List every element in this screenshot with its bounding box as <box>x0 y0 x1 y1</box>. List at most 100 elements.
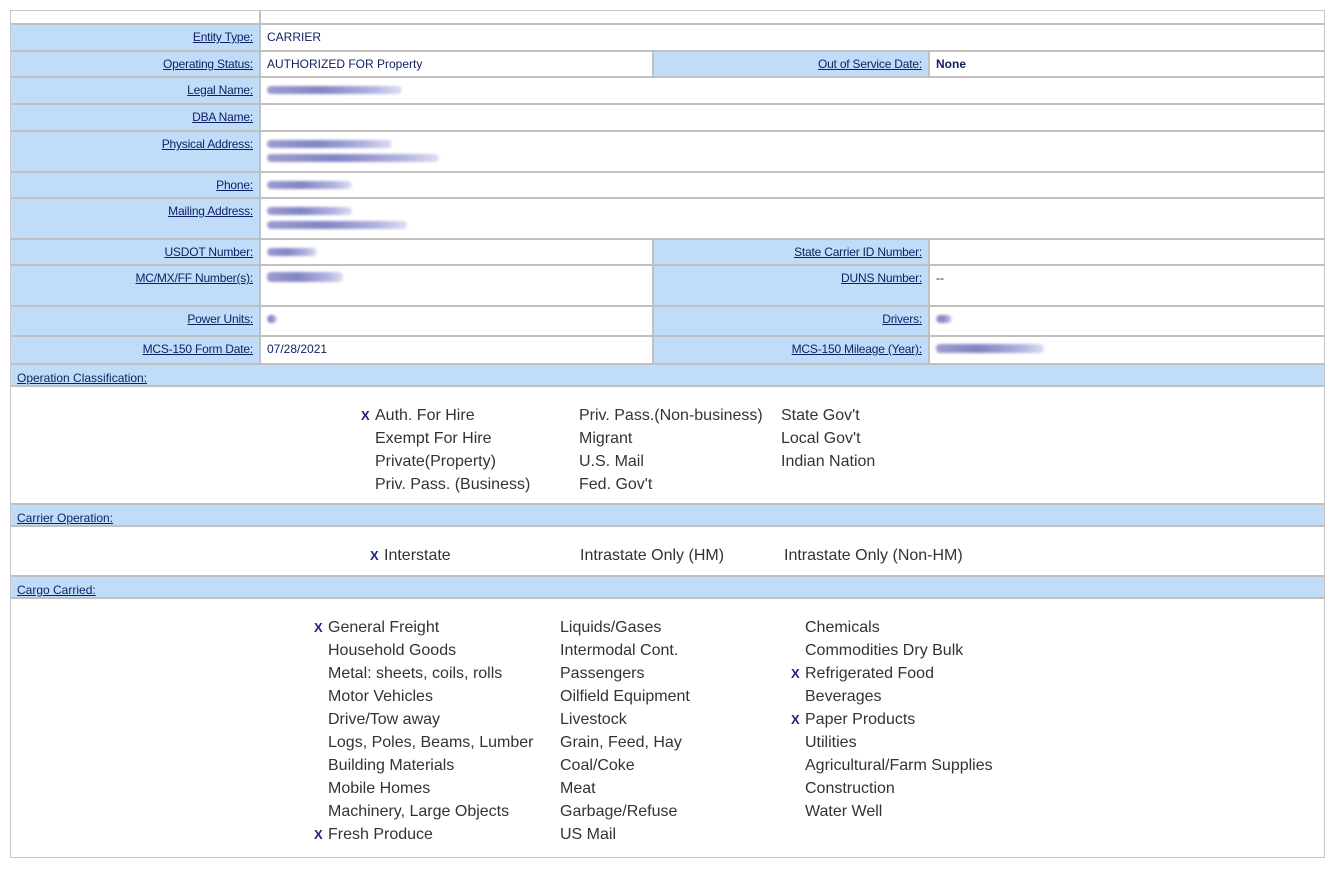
physical-address-label: Physical Address: <box>11 132 261 173</box>
company-snapshot-table: Entity Type: CARRIER Operating Status: A… <box>11 11 1324 857</box>
out-of-service-value: None <box>930 52 1324 78</box>
cargo-carried-link[interactable]: Cargo Carried: <box>17 583 96 597</box>
checked-x-icon: X <box>791 712 800 727</box>
mc-mx-ff-value <box>261 266 654 307</box>
out-of-service-link[interactable]: Out of Service Date: <box>818 57 922 71</box>
checklist-item-label: Migrant <box>579 430 633 447</box>
physical-address-link[interactable]: Physical Address: <box>162 137 254 151</box>
usdot-link[interactable]: USDOT Number: <box>164 245 253 259</box>
usdot-label: USDOT Number: <box>11 240 261 266</box>
state-carrier-id-link[interactable]: State Carrier ID Number: <box>794 245 922 259</box>
power-units-value <box>261 307 654 337</box>
mailing-address-label: Mailing Address: <box>11 199 261 240</box>
checklist-item-label: Auth. For Hire <box>375 407 475 424</box>
checklist-item-label: Oilfield Equipment <box>560 688 690 705</box>
checklist-item: Building Materials <box>328 754 533 777</box>
checklist-item: US Mail <box>560 823 690 846</box>
phone-link[interactable]: Phone: <box>216 178 253 192</box>
operation-classification-column: Priv. Pass.(Non-business) Migrant U.S. Mai… <box>579 404 763 496</box>
blank-header-cell <box>11 11 261 25</box>
entity-type-link[interactable]: Entity Type: <box>193 30 253 44</box>
checklist-item: Local Gov't <box>781 427 875 450</box>
redacted-mileage <box>936 344 1044 353</box>
redacted-mailing-line-2 <box>267 221 407 229</box>
dba-name-link[interactable]: DBA Name: <box>192 110 253 124</box>
checklist-item-label: Priv. Pass. (Business) <box>375 476 531 493</box>
checklist-item-label: Intrastate Only (Non-HM) <box>784 547 963 564</box>
mailing-address-link[interactable]: Mailing Address: <box>168 204 253 218</box>
mcs150-mileage-link[interactable]: MCS-150 Mileage (Year): <box>792 342 923 356</box>
checklist-item-label: Exempt For Hire <box>375 430 492 447</box>
checklist-item: Meat <box>560 777 690 800</box>
carrier-operation-header: Carrier Operation: <box>11 505 1324 527</box>
checklist-item: State Gov't <box>781 404 875 427</box>
checklist-item-label: Machinery, Large Objects <box>328 803 510 820</box>
checklist-item: X Fresh Produce <box>314 823 533 846</box>
checklist-item-label: Interstate <box>384 547 451 564</box>
checklist-item-label: Refrigerated Food <box>805 665 934 682</box>
phone-value <box>261 173 1324 199</box>
checklist-item: Utilities <box>805 731 993 754</box>
checklist-item-label: Meat <box>560 780 596 797</box>
operating-status-link[interactable]: Operating Status: <box>163 57 253 71</box>
mc-mx-ff-link[interactable]: MC/MX/FF Number(s): <box>135 271 253 285</box>
checklist-item-label: Garbage/Refuse <box>560 803 678 820</box>
checklist-item-label: Building Materials <box>328 757 455 774</box>
checklist-item: Logs, Poles, Beams, Lumber <box>328 731 533 754</box>
checklist-item-label: Fed. Gov't <box>579 476 653 493</box>
checklist-item: Beverages <box>805 685 993 708</box>
legal-name-label: Legal Name: <box>11 78 261 105</box>
checklist-item-label: Household Goods <box>328 642 457 659</box>
duns-link[interactable]: DUNS Number: <box>841 271 922 285</box>
checked-x-icon: X <box>314 827 323 842</box>
drivers-value <box>930 307 1324 337</box>
checklist-item-label: Agricultural/Farm Supplies <box>805 757 993 774</box>
cargo-carried-column: Liquids/Gases Intermodal Cont. Passengers O… <box>560 616 690 846</box>
checked-x-icon: X <box>791 666 800 681</box>
checklist-item-label: Paper Products <box>805 711 916 728</box>
redacted-mc-number <box>267 272 343 282</box>
checklist-item-label: Grain, Feed, Hay <box>560 734 682 751</box>
checklist-item: X Refrigerated Food <box>791 662 993 685</box>
carrier-operation-column: Intrastate Only (HM) <box>580 544 724 567</box>
checklist-item: U.S. Mail <box>579 450 763 473</box>
checklist-item-label: US Mail <box>560 826 617 843</box>
checklist-item: Chemicals <box>805 616 993 639</box>
checklist-item-label: Logs, Poles, Beams, Lumber <box>328 734 534 751</box>
checklist-item: X General Freight <box>314 616 533 639</box>
checklist-item: Exempt For Hire <box>375 427 530 450</box>
checklist-item: Passengers <box>560 662 690 685</box>
legal-name-link[interactable]: Legal Name: <box>187 83 253 97</box>
mcs150-date-link[interactable]: MCS-150 Form Date: <box>143 342 254 356</box>
power-units-link[interactable]: Power Units: <box>187 312 253 326</box>
state-carrier-id-label: State Carrier ID Number: <box>654 240 930 266</box>
checklist-item: Intrastate Only (HM) <box>580 544 724 567</box>
checklist-item: Agricultural/Farm Supplies <box>805 754 993 777</box>
checklist-item: Coal/Coke <box>560 754 690 777</box>
carrier-operation-link[interactable]: Carrier Operation: <box>17 511 113 525</box>
operation-classification-link[interactable]: Operation Classification: <box>17 371 147 385</box>
checklist-item: X Paper Products <box>791 708 993 731</box>
checklist-item: Machinery, Large Objects <box>328 800 533 823</box>
checklist-item: Indian Nation <box>781 450 875 473</box>
checklist-item-label: Drive/Tow away <box>328 711 441 728</box>
redacted-power-units <box>267 315 277 323</box>
checklist-item: Household Goods <box>328 639 533 662</box>
cargo-carried-header: Cargo Carried: <box>11 577 1324 599</box>
checklist-item-label: Beverages <box>805 688 882 705</box>
checklist-item-label: Liquids/Gases <box>560 619 662 636</box>
carrier-operation-column: X Interstate <box>370 544 451 567</box>
drivers-link[interactable]: Drivers: <box>882 312 922 326</box>
checklist-item: Priv. Pass.(Non-business) <box>579 404 763 427</box>
carrier-operation-column: Intrastate Only (Non-HM) <box>784 544 963 567</box>
checklist-item: Garbage/Refuse <box>560 800 690 823</box>
checklist-item-label: Passengers <box>560 665 645 682</box>
checklist-item-label: Private(Property) <box>375 453 496 470</box>
dba-name-value <box>261 105 1324 132</box>
operation-classification-body: X Auth. For Hire Exempt For Hire Private(Pr… <box>11 387 1324 505</box>
checklist-item: Migrant <box>579 427 763 450</box>
checklist-item: Fed. Gov't <box>579 473 763 496</box>
checklist-item-label: Utilities <box>805 734 857 751</box>
checklist-item-label: General Freight <box>328 619 440 636</box>
checklist-item-label: Fresh Produce <box>328 826 433 843</box>
